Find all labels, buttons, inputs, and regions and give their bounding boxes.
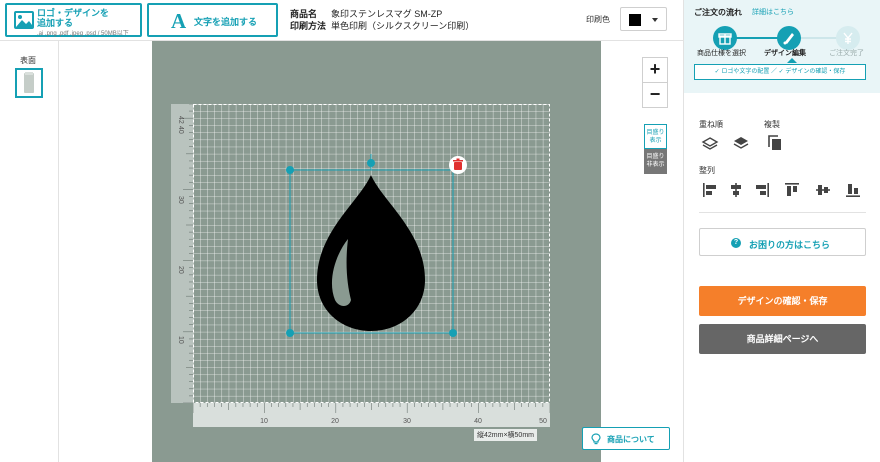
product-detail-button[interactable]: 商品詳細ページへ (699, 324, 866, 354)
step-label-design: デザイン編集 (764, 50, 806, 57)
vertical-ruler: 42 40 30 20 10 (171, 104, 193, 403)
layer-backward-icon[interactable] (732, 134, 750, 152)
step-pointer (787, 58, 797, 63)
gift-icon (718, 33, 732, 45)
grid-toggle: 目盛り表示 目盛り非表示 (644, 124, 667, 174)
brush-icon (783, 33, 794, 45)
grid-show-button[interactable]: 目盛り表示 (644, 124, 667, 149)
layer-forward-icon[interactable] (701, 135, 719, 153)
front-side-label: 表面 (20, 56, 36, 65)
delete-icon[interactable] (449, 156, 467, 174)
step-order-complete (836, 26, 860, 50)
print-color-select[interactable] (620, 7, 667, 31)
help-label: お困りの方はこちら (749, 240, 831, 250)
grid-hide-button[interactable]: 目盛り非表示 (644, 149, 667, 174)
ruler-h-label-40: 40 (474, 418, 482, 425)
add-logo-button[interactable]: ロゴ・デザインを 追加する .ai .png .pdf .jpeg .psd / … (5, 3, 142, 37)
print-method-key: 印刷方法 (290, 21, 327, 31)
align-label: 整列 (699, 166, 715, 175)
align-top-icon[interactable] (783, 181, 801, 199)
ruler-h-label-50: 50 (539, 418, 547, 425)
divider (699, 212, 866, 213)
step-label-complete: ご注文完了 (829, 50, 864, 57)
align-right-icon[interactable] (753, 181, 771, 199)
lightbulb-icon (591, 433, 601, 445)
image-icon (14, 11, 34, 29)
product-about-label: 商品について (607, 435, 655, 444)
add-text-button[interactable]: A 文字を追加する (147, 3, 278, 37)
add-logo-label: ロゴ・デザインを 追加する (37, 8, 110, 28)
step-select-spec (713, 26, 737, 50)
order-flow: ご注文の流れ 詳細はこちら 商品仕様を選択 デザイン編集 ご注文完了 ✓ ロゴや… (684, 0, 880, 93)
step-design-edit (777, 26, 801, 50)
ruler-v-label-10: 10 (177, 336, 184, 344)
add-text-label: 文字を追加する (194, 17, 258, 27)
product-name-value: 象印ステンレスマグ SM-ZP (331, 9, 443, 19)
align-left-icon[interactable] (701, 181, 719, 199)
side-selector: 表面 (0, 41, 59, 462)
horizontal-ruler: 10 20 30 40 50 (193, 403, 550, 427)
print-color-label: 印刷色 (586, 15, 610, 24)
ruler-v-label-20: 20 (177, 266, 184, 274)
print-area-grid[interactable] (193, 104, 550, 403)
chevron-down-icon (652, 18, 658, 22)
step-label-select: 商品仕様を選択 (697, 50, 746, 57)
product-about-button[interactable]: 商品について (582, 427, 670, 450)
ruler-v-label-42: 42 (177, 116, 184, 124)
resize-handle-tl[interactable] (286, 166, 294, 174)
rotate-handle[interactable] (367, 159, 375, 167)
top-toolbar: ロゴ・デザインを 追加する .ai .png .pdf .jpeg .psd / … (0, 0, 683, 41)
product-info: 商品名 象印ステンレスマグ SM-ZP 印刷方法 単色印刷（シルクスクリーン印刷） (290, 8, 474, 32)
help-button[interactable]: ? お困りの方はこちら (699, 228, 866, 256)
align-bottom-icon[interactable] (844, 181, 862, 199)
right-panel: ご注文の流れ 詳細はこちら 商品仕様を選択 デザイン編集 ご注文完了 ✓ ロゴや… (683, 0, 880, 462)
design-substeps: ✓ ロゴや文字の配置 ／ ✓ デザインの確認・保存 (694, 64, 866, 80)
print-size-label: 縦42mm×横50mm (474, 429, 537, 441)
color-swatch (629, 14, 641, 26)
ruler-h-label-10: 10 (260, 418, 268, 425)
duplicate-label: 複製 (764, 120, 780, 129)
duplicate-icon[interactable] (766, 134, 784, 152)
product-name-key: 商品名 (290, 9, 318, 19)
yen-icon (843, 32, 853, 44)
print-method-value: 単色印刷（シルクスクリーン印刷） (331, 21, 475, 31)
front-side-thumbnail[interactable] (15, 68, 43, 98)
bottle-thumbnail-icon (24, 72, 34, 93)
zoom-in-button[interactable]: + (642, 57, 668, 83)
resize-handle-bl[interactable] (286, 329, 294, 337)
order-flow-detail-link[interactable]: 詳細はこちら (752, 7, 794, 17)
confirm-save-button[interactable]: デザインの確認・保存 (699, 286, 866, 316)
ruler-v-label-40: 40 (177, 126, 184, 134)
ruler-h-label-30: 30 (403, 418, 411, 425)
align-center-v-icon[interactable] (814, 181, 832, 199)
ruler-h-label-20: 20 (331, 418, 339, 425)
upload-formats-text: .ai .png .pdf .jpeg .psd / 50MB以下 (37, 31, 129, 37)
align-center-h-icon[interactable] (727, 181, 745, 199)
zoom-out-button[interactable]: − (642, 82, 668, 108)
layer-order-label: 重ね順 (699, 120, 723, 129)
design-canvas: 42 40 30 20 10 10 20 30 40 50 縦42mm×横50m… (60, 41, 683, 462)
text-a-icon: A (171, 9, 187, 33)
resize-handle-br[interactable] (449, 329, 457, 337)
ruler-v-label-30: 30 (177, 196, 184, 204)
order-flow-title: ご注文の流れ (694, 8, 742, 17)
question-icon: ? (731, 238, 741, 248)
